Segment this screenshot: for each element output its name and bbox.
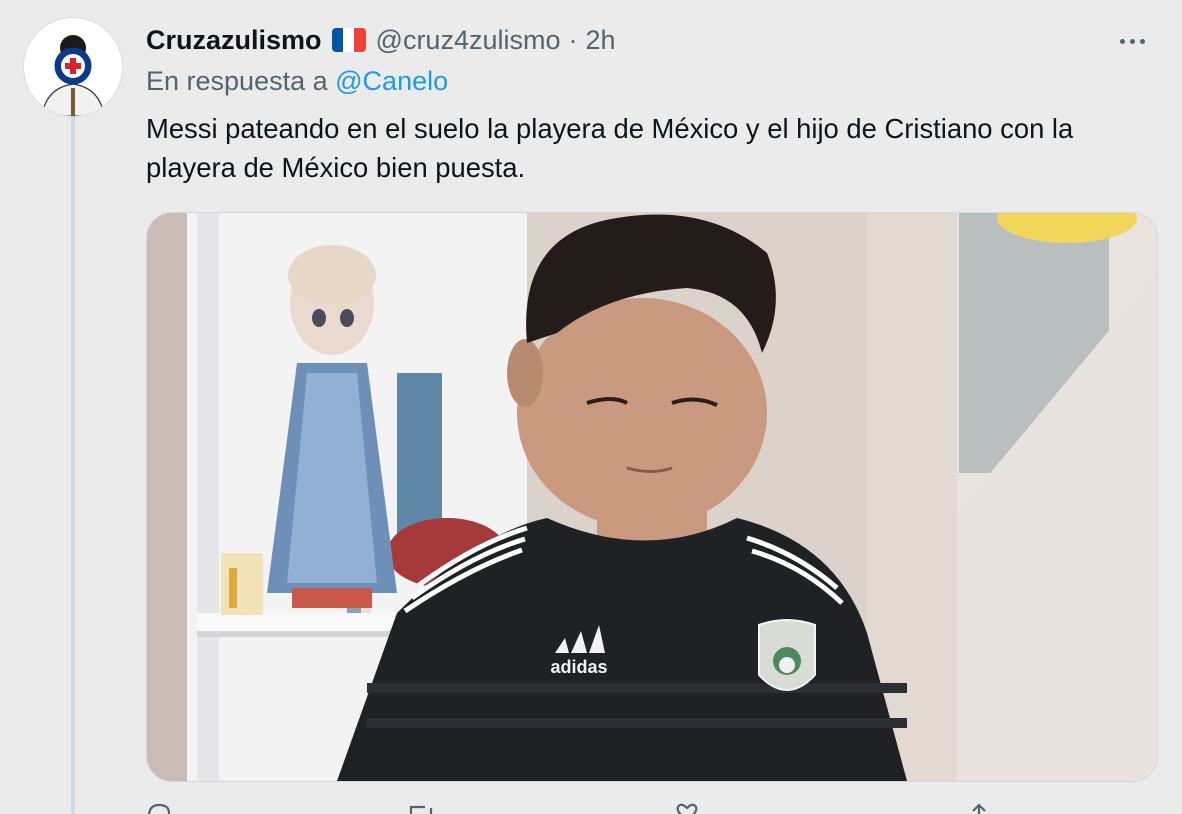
- cruz-azul-avatar-icon: [24, 18, 122, 116]
- reply-mention-link[interactable]: @Canelo: [335, 66, 448, 96]
- more-dot-icon: [1129, 38, 1135, 44]
- display-name[interactable]: Cruzazulismo: [146, 25, 322, 56]
- france-flag-icon: [331, 28, 366, 52]
- reply-icon[interactable]: [146, 802, 172, 814]
- tweet-photo[interactable]: adidas: [146, 212, 1158, 782]
- more-dot-icon: [1139, 38, 1145, 44]
- flag-stripe-white: [342, 28, 355, 52]
- action-bar: [146, 802, 1146, 814]
- reply-prefix: En respuesta a: [146, 66, 328, 96]
- flag-stripe-blue: [331, 28, 343, 52]
- like-icon[interactable]: [674, 802, 700, 814]
- flag-stripe-red: [354, 28, 366, 52]
- tweet-timestamp[interactable]: 2h: [585, 25, 615, 56]
- more-options-button[interactable]: [1112, 24, 1152, 58]
- avatar[interactable]: [24, 18, 122, 116]
- retweet-icon[interactable]: [408, 802, 434, 814]
- user-handle[interactable]: @cruz4zulismo: [376, 25, 561, 56]
- photo-illustration: adidas: [147, 213, 1157, 781]
- share-icon[interactable]: [966, 802, 992, 814]
- more-dot-icon: [1119, 38, 1125, 44]
- separator-dot: ·: [568, 24, 578, 55]
- jersey-brand-text: adidas: [550, 657, 607, 677]
- tweet[interactable]: Cruzazulismo @cruz4zulismo · 2h En respu…: [0, 0, 1182, 814]
- reply-context: En respuesta a @Canelo: [146, 66, 448, 97]
- tweet-header: Cruzazulismo @cruz4zulismo · 2h: [146, 22, 616, 58]
- thread-line: [71, 112, 75, 814]
- tweet-text: Messi pateando en el suelo la playera de…: [146, 113, 1074, 183]
